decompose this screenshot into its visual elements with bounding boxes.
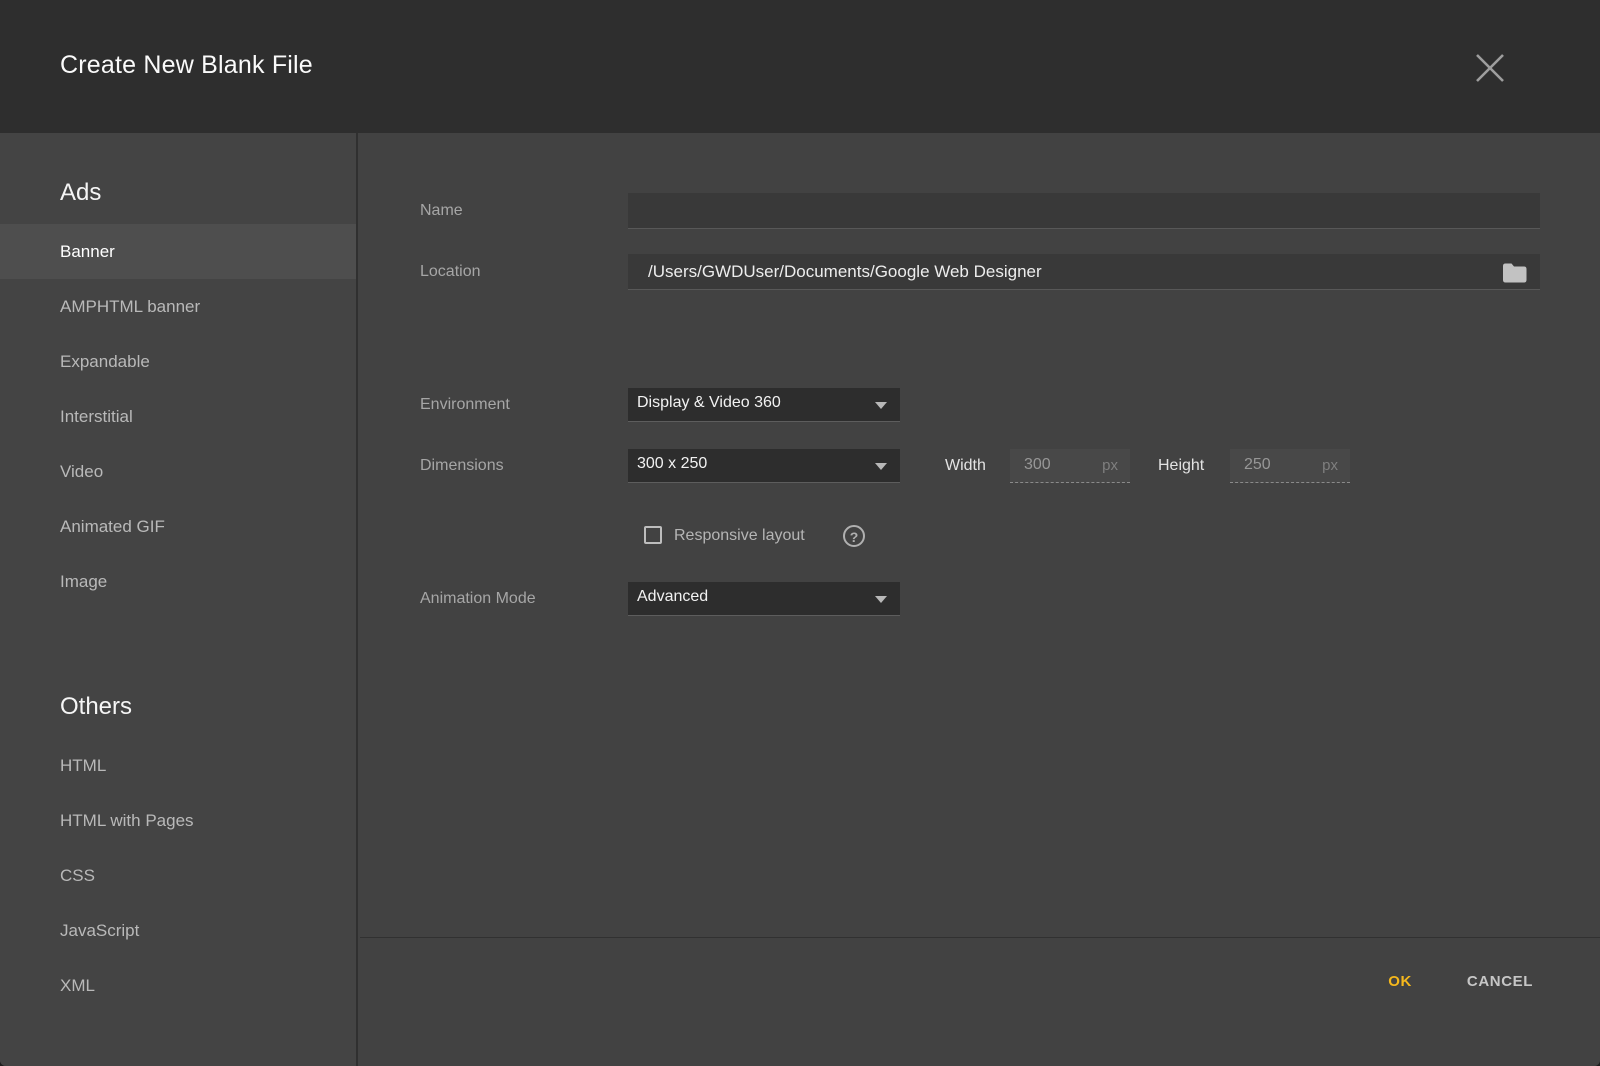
sidebar-item-html[interactable]: HTML xyxy=(0,738,356,793)
animation-mode-label: Animation Mode xyxy=(420,589,536,609)
height-label: Height xyxy=(1158,456,1204,476)
chevron-down-icon xyxy=(875,402,887,409)
help-icon[interactable]: ? xyxy=(843,525,865,547)
sidebar-item-video[interactable]: Video xyxy=(0,444,356,499)
environment-label: Environment xyxy=(420,395,510,415)
animation-mode-dropdown[interactable]: Advanced xyxy=(628,582,900,616)
width-value: 300 xyxy=(1024,456,1051,474)
width-input: 300 px xyxy=(1010,449,1130,483)
sidebar-item-image[interactable]: Image xyxy=(0,554,356,609)
height-unit: px xyxy=(1322,457,1338,474)
dialog-titlebar: Create New Blank File xyxy=(0,0,1600,133)
dimensions-value: 300 x 250 xyxy=(637,455,707,473)
sidebar-item-css[interactable]: CSS xyxy=(0,848,356,903)
sidebar-item-amphtml-banner[interactable]: AMPHTML banner xyxy=(0,279,356,334)
name-input[interactable] xyxy=(628,193,1540,229)
responsive-layout-checkbox[interactable] xyxy=(644,526,662,544)
footer-actions: OK CANCEL xyxy=(1388,959,1533,1003)
sidebar-item-expandable[interactable]: Expandable xyxy=(0,334,356,389)
file-type-sidebar: Ads Banner AMPHTML banner Expandable Int… xyxy=(0,133,358,1066)
dialog-content: Name Location /Users/GWDUser/Documents/G… xyxy=(360,133,1600,1066)
chevron-down-icon xyxy=(875,596,887,603)
location-path: /Users/GWDUser/Documents/Google Web Desi… xyxy=(648,262,1042,281)
sidebar-section-ads: Ads xyxy=(0,173,356,213)
sidebar-item-javascript[interactable]: JavaScript xyxy=(0,903,356,958)
chevron-down-icon xyxy=(875,463,887,470)
sidebar-item-animated-gif[interactable]: Animated GIF xyxy=(0,499,356,554)
animation-mode-value: Advanced xyxy=(637,588,708,606)
responsive-layout-label: Responsive layout xyxy=(674,526,805,546)
sidebar-item-interstitial[interactable]: Interstitial xyxy=(0,389,356,444)
location-label: Location xyxy=(420,262,481,282)
name-label: Name xyxy=(420,201,463,221)
environment-value: Display & Video 360 xyxy=(637,394,781,412)
sidebar-section-others: Others xyxy=(0,687,356,727)
footer-divider xyxy=(360,937,1600,938)
sidebar-item-xml[interactable]: XML xyxy=(0,958,356,1013)
cancel-button[interactable]: CANCEL xyxy=(1467,973,1533,990)
ok-button[interactable]: OK xyxy=(1388,973,1412,990)
width-label: Width xyxy=(945,456,986,476)
height-value: 250 xyxy=(1244,456,1271,474)
dialog-title: Create New Blank File xyxy=(60,51,313,80)
sidebar-item-banner[interactable]: Banner xyxy=(0,224,356,279)
environment-dropdown[interactable]: Display & Video 360 xyxy=(628,388,900,422)
dimensions-label: Dimensions xyxy=(420,456,504,476)
sidebar-item-html-with-pages[interactable]: HTML with Pages xyxy=(0,793,356,848)
width-unit: px xyxy=(1102,457,1118,474)
create-new-blank-file-dialog: Create New Blank File Ads Banner AMPHTML… xyxy=(0,0,1600,1066)
dimensions-dropdown[interactable]: 300 x 250 xyxy=(628,449,900,483)
folder-icon[interactable] xyxy=(1501,261,1529,283)
height-input: 250 px xyxy=(1230,449,1350,483)
location-input[interactable]: /Users/GWDUser/Documents/Google Web Desi… xyxy=(628,254,1540,290)
close-icon[interactable] xyxy=(1472,50,1508,86)
